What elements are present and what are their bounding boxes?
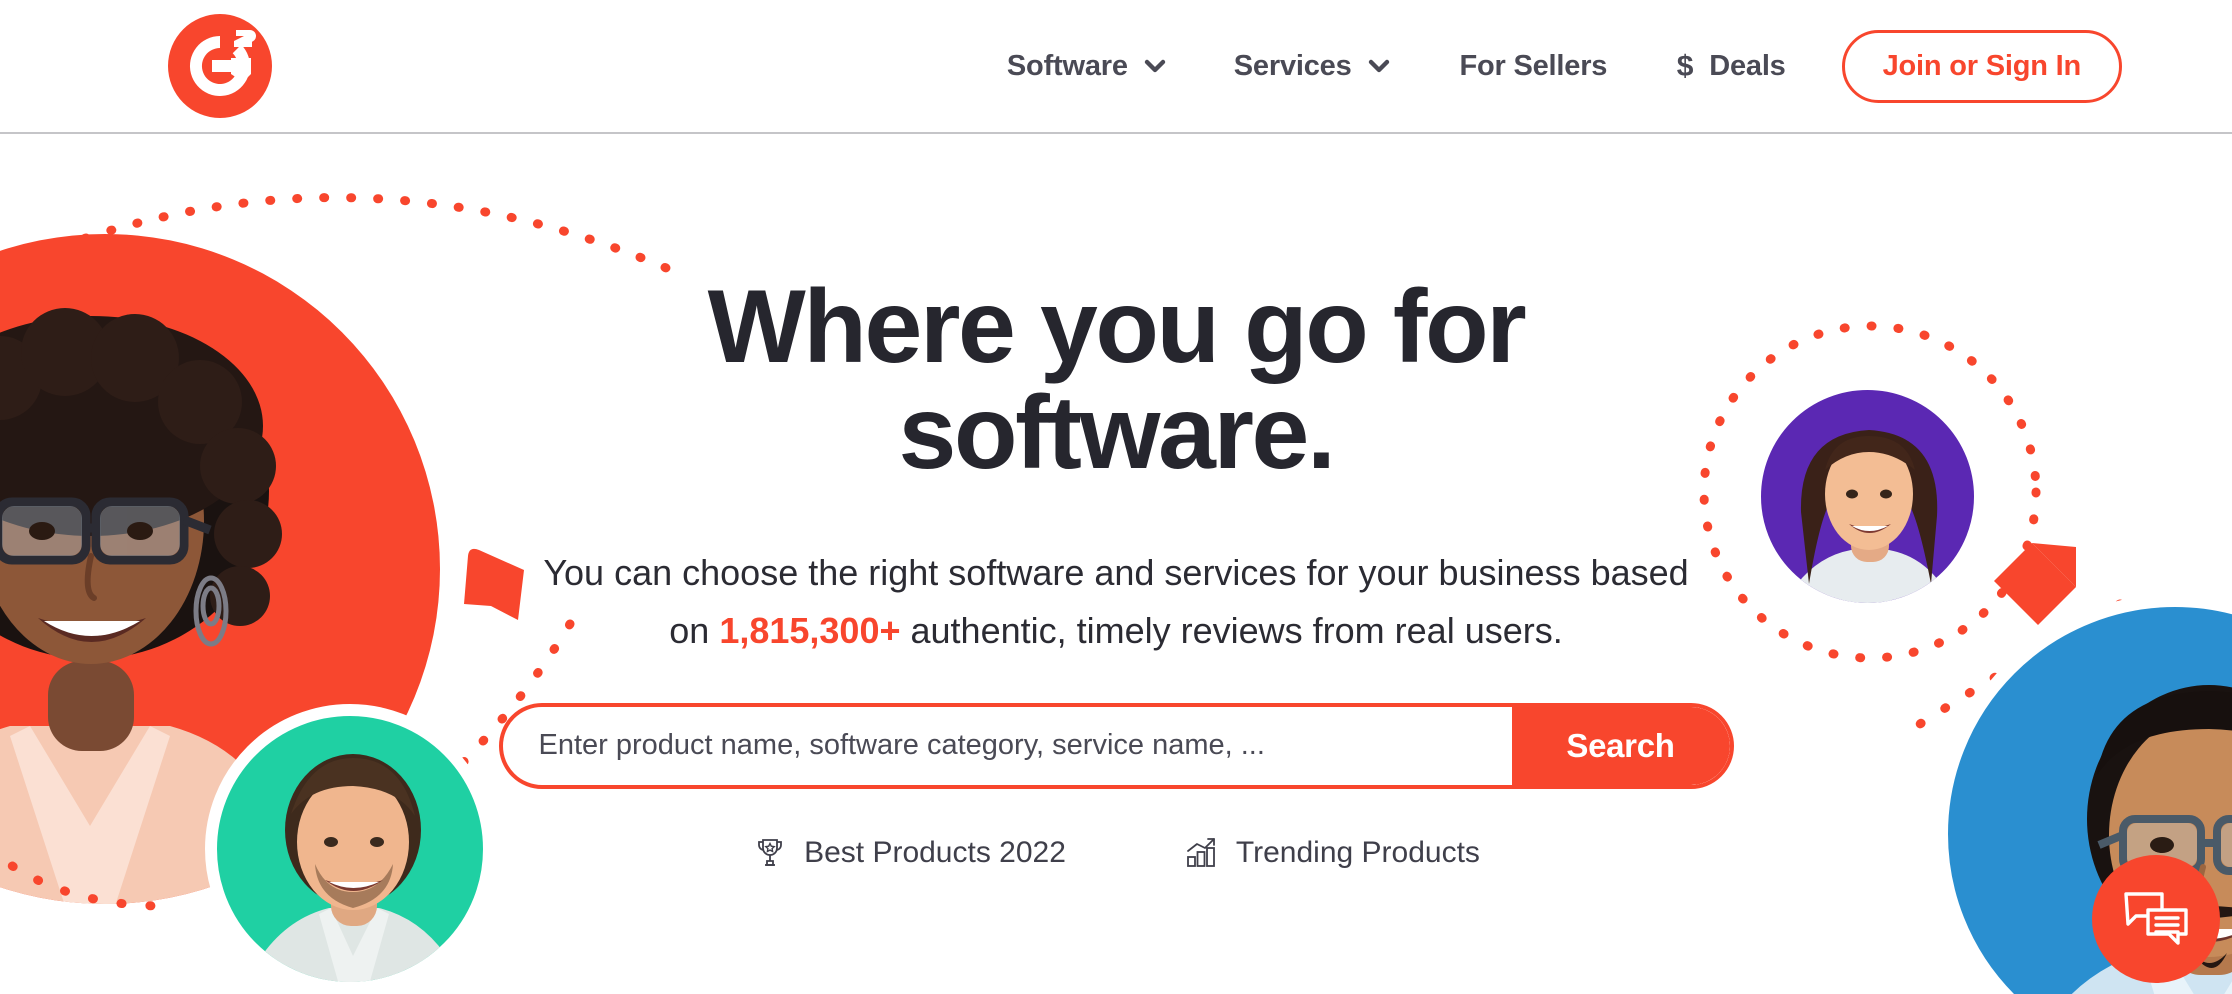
nav-label-software: Software — [1006, 49, 1128, 82]
search-button[interactable]: Search — [1511, 706, 1730, 785]
hero-section: Where you go for software. You can choos… — [0, 134, 2232, 994]
nav-item-software[interactable]: Software — [1007, 50, 1166, 83]
nav-label-deals: Deals — [1709, 49, 1786, 82]
chat-widget-button[interactable] — [2092, 855, 2220, 983]
nav-item-for-sellers[interactable]: For Sellers — [1460, 50, 1608, 83]
hero-content: Where you go for software. You can choos… — [0, 134, 2232, 871]
review-count: 1,815,300+ — [719, 610, 901, 652]
quicklink-best-products[interactable]: Best Products 2022 — [752, 835, 1066, 871]
page-title: Where you go for software. — [707, 269, 1527, 492]
quicklink-label-best-products: Best Products 2022 — [804, 835, 1066, 869]
quicklink-label-trending-products: Trending Products — [1235, 835, 1480, 869]
g2-logo[interactable] — [168, 14, 272, 118]
search-bar[interactable]: Search — [498, 702, 1734, 789]
trophy-icon — [752, 835, 788, 871]
hero-subheading: You can choose the right software and se… — [521, 544, 1711, 661]
search-input[interactable] — [502, 706, 1512, 785]
nav-item-services[interactable]: Services — [1234, 50, 1390, 83]
quicklink-trending-products[interactable]: Trending Products — [1184, 835, 1480, 871]
nav-label-services: Services — [1233, 49, 1352, 82]
site-header: Software Services For Sellers $ Deals Jo… — [0, 0, 2232, 134]
page-root: Software Services For Sellers $ Deals Jo… — [0, 0, 2232, 994]
nav-item-deals[interactable]: $ Deals — [1675, 49, 1786, 84]
chat-bubbles-icon — [2124, 892, 2188, 945]
quick-links: Best Products 2022 Trending Products — [752, 835, 1480, 871]
nav-label-for-sellers: For Sellers — [1459, 49, 1608, 82]
chevron-down-icon — [1144, 55, 1166, 77]
subhead-text-after: authentic, timely reviews from real user… — [900, 610, 1563, 652]
join-or-sign-in-button[interactable]: Join or Sign In — [1841, 29, 2122, 103]
svg-text:$: $ — [1677, 50, 1694, 83]
main-navigation: Software Services For Sellers $ Deals Jo… — [1007, 0, 2232, 132]
chevron-down-icon — [1368, 55, 1390, 77]
dollar-icon: $ — [1675, 49, 1695, 83]
trending-chart-icon — [1184, 835, 1220, 871]
